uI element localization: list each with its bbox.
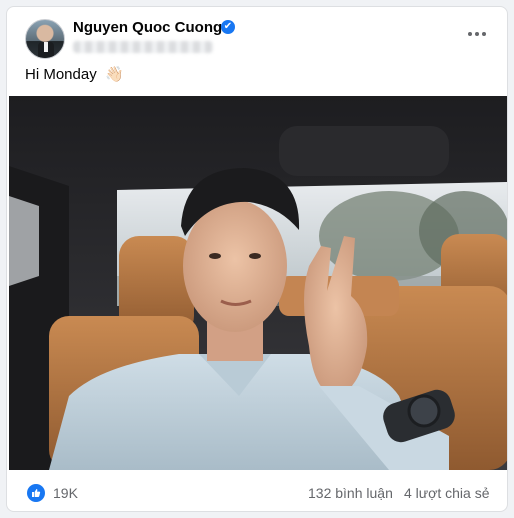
- photo-illustration: [9, 96, 507, 470]
- thumbs-up-icon: [32, 489, 41, 497]
- post-footer: 19K 132 bình luận 4 lượt chia sẻ: [7, 474, 507, 511]
- waving-hand-icon: 👋🏻: [105, 66, 124, 83]
- person-eye: [249, 253, 261, 259]
- person-eye: [209, 253, 221, 259]
- more-dot: [468, 32, 472, 36]
- like-reaction-icon[interactable]: [27, 484, 45, 502]
- more-dot: [475, 32, 479, 36]
- post-meta-blurred: [73, 41, 213, 53]
- watch-face: [407, 394, 441, 428]
- left-side-window: [9, 196, 39, 286]
- more-dot: [482, 32, 486, 36]
- post-card: Nguyen Quoc Cuong ✔ Hi Monday 👋🏻 19K 132…: [6, 6, 508, 512]
- post-header: Nguyen Quoc Cuong ✔: [7, 7, 507, 67]
- ceiling-console: [279, 126, 449, 176]
- verified-badge-icon: ✔: [221, 20, 235, 34]
- post-photo[interactable]: [9, 96, 507, 470]
- share-count[interactable]: 4 lượt chia sẻ: [404, 485, 489, 501]
- author-avatar[interactable]: [25, 19, 65, 59]
- author-name[interactable]: Nguyen Quoc Cuong: [73, 19, 222, 36]
- reaction-count[interactable]: 19K: [53, 485, 78, 501]
- post-caption: Hi Monday: [25, 66, 97, 83]
- avatar-shirt-shape: [44, 42, 48, 52]
- more-options-icon[interactable]: [463, 23, 491, 45]
- comment-count[interactable]: 132 bình luận: [308, 485, 393, 501]
